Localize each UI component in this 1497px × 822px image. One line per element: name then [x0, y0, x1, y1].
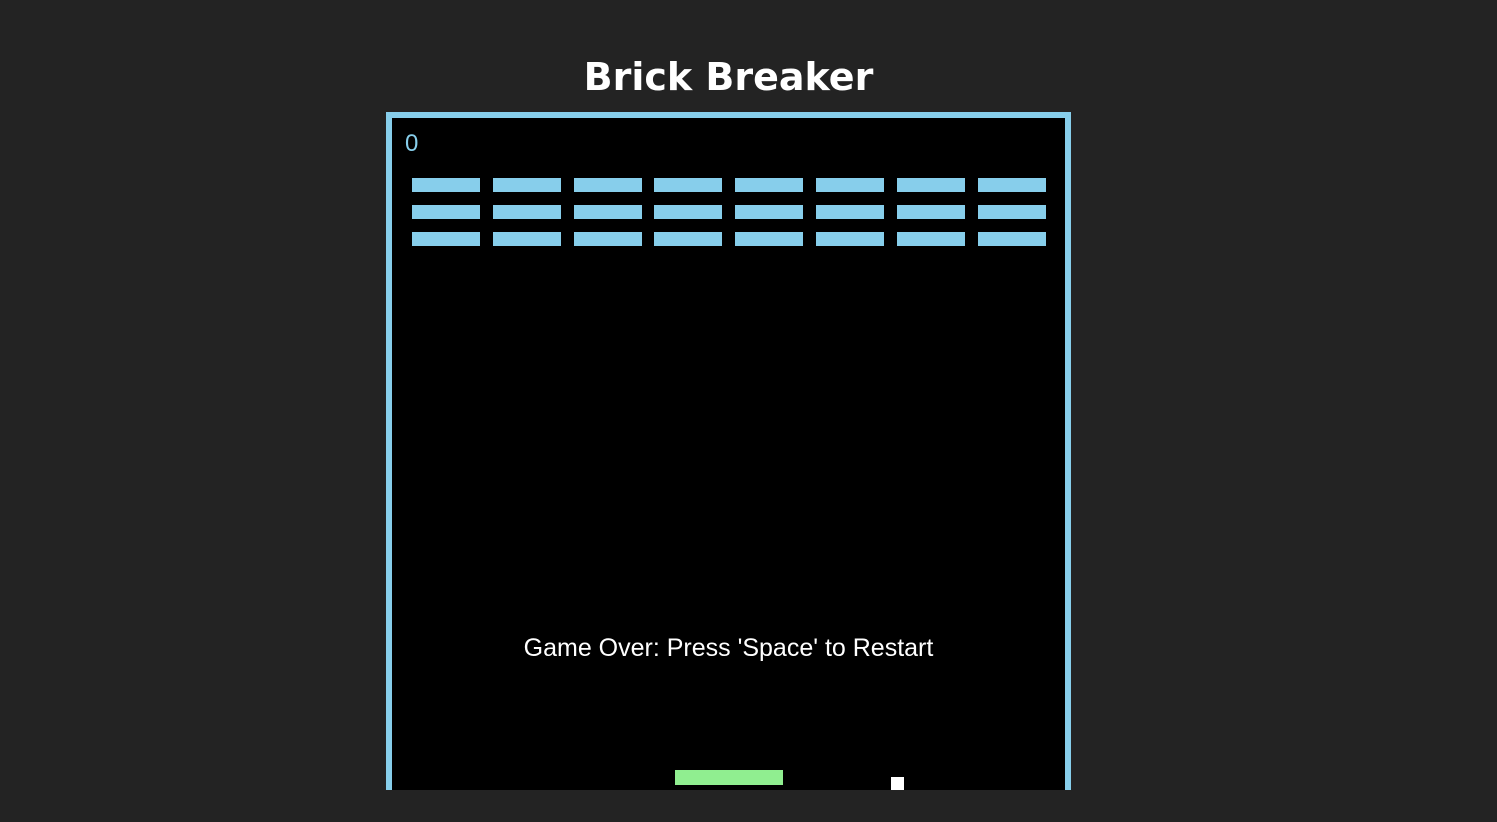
page-title: Brick Breaker	[583, 55, 874, 100]
brick	[412, 205, 480, 219]
brick	[816, 232, 884, 246]
brick	[493, 178, 561, 192]
brick	[654, 232, 722, 246]
brick	[816, 205, 884, 219]
brick	[574, 205, 642, 219]
paddle[interactable]	[675, 770, 783, 785]
brick	[897, 232, 965, 246]
brick	[412, 178, 480, 192]
brick	[574, 232, 642, 246]
brick	[493, 232, 561, 246]
brick	[897, 178, 965, 192]
ball	[891, 777, 904, 790]
brick	[654, 178, 722, 192]
brick	[816, 178, 884, 192]
brick	[574, 178, 642, 192]
brick	[978, 178, 1046, 192]
brick	[735, 178, 803, 192]
game-board[interactable]: 0 Game Over: Press 'Space' to Restart	[386, 112, 1071, 790]
brick	[654, 205, 722, 219]
brick	[412, 232, 480, 246]
page: Brick Breaker 0 Game Over: Press 'Space'…	[0, 0, 1497, 822]
brick	[978, 205, 1046, 219]
brick	[735, 205, 803, 219]
brick	[735, 232, 803, 246]
brick	[493, 205, 561, 219]
brick	[897, 205, 965, 219]
brick	[978, 232, 1046, 246]
game-over-message: Game Over: Press 'Space' to Restart	[523, 634, 934, 662]
brick-wall	[392, 118, 1065, 790]
